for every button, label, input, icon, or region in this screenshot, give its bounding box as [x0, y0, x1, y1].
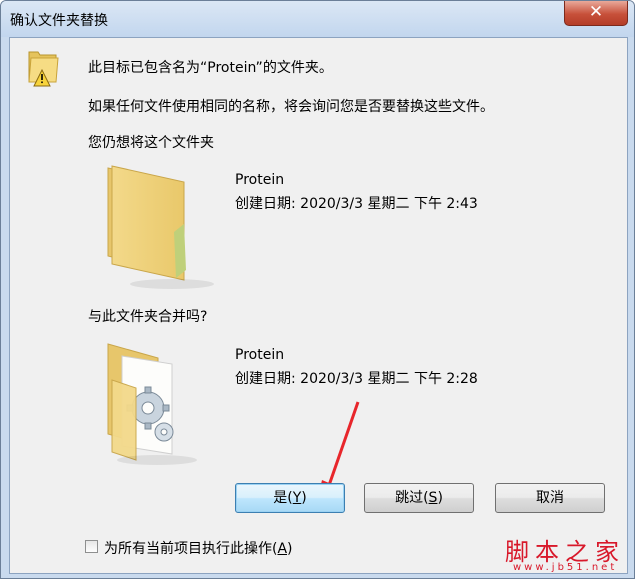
- cancel-button[interactable]: 取消: [495, 483, 605, 513]
- apply-all-tail: ): [287, 541, 293, 557]
- apply-all-text: 为所有当前项目执行此操作(: [104, 541, 278, 557]
- window-title: 确认文件夹替换: [10, 13, 108, 29]
- message-line-1: 此目标已包含名为“Protein”的文件夹。: [88, 60, 333, 76]
- site-watermark: 脚本之家 www.jb51.net: [505, 532, 630, 576]
- skip-button[interactable]: 跳过(S): [364, 483, 474, 513]
- yes-accesskey: Y: [292, 490, 302, 506]
- existing-folder-name: Protein: [235, 172, 285, 188]
- yes-button[interactable]: 是(Y): [235, 483, 345, 513]
- folder-icon: [107, 165, 214, 289]
- incoming-folder-created: 创建日期: 2020/3/3 星期二 下午 2:28: [235, 371, 478, 387]
- incoming-folder-name: Protein: [235, 347, 285, 363]
- yes-button-tail: ): [301, 490, 307, 506]
- merge-question-label: 与此文件夹合并吗?: [88, 309, 208, 325]
- apply-all-accesskey: A: [277, 541, 288, 557]
- skip-button-tail: ): [437, 490, 443, 506]
- folder-gears-icon: [107, 343, 197, 465]
- dialog-content: 此目标已包含名为“Protein”的文件夹。 如果任何文件使用相同的名称，将会询…: [9, 37, 628, 574]
- close-button[interactable]: ✕: [564, 1, 628, 26]
- watermark-url: www.jb51.net: [513, 562, 618, 573]
- existing-folder-created: 创建日期: 2020/3/3 星期二 下午 2:43: [235, 196, 478, 212]
- folder-warning-icon: [28, 51, 59, 87]
- confirm-folder-replace-dialog: 确认文件夹替换 ✕ 此目标已包含名为“Protein”的文件夹。 如果任何文件使…: [0, 0, 635, 579]
- message-line-2: 如果任何文件使用相同的名称，将会询问您是否要替换这些文件。: [88, 99, 494, 115]
- apply-all-label[interactable]: 为所有当前项目执行此操作(A): [104, 538, 293, 558]
- title-bar[interactable]: 确认文件夹替换 ✕: [1, 1, 634, 37]
- question-label: 您仍想将这个文件夹: [88, 135, 214, 151]
- yes-button-label: 是(: [273, 490, 293, 506]
- apply-all-checkbox[interactable]: [85, 540, 98, 553]
- skip-button-label: 跳过(: [395, 490, 429, 506]
